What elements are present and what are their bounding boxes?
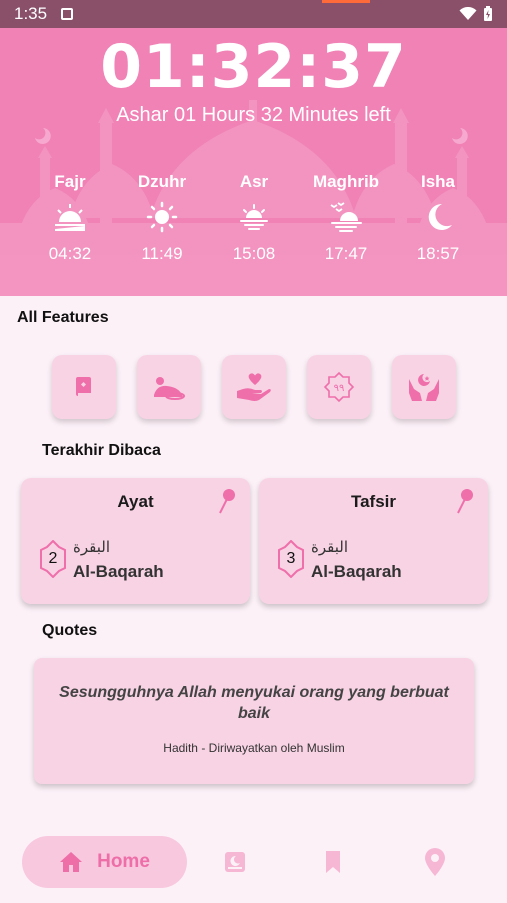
battery-icon [484,6,492,21]
home-icon [60,852,83,872]
wifi-icon [459,7,477,20]
quotes-title: Quotes [42,622,98,639]
quote-source: Hadith - Diriwayatkan oleh Muslim [163,741,345,755]
all-features-title: All Features [17,309,109,326]
features-grid: ٩٩ [52,355,456,419]
last-read-title: Terakhir Dibaca [42,442,161,459]
bottom-navigation: Home [0,830,507,895]
card-title: Tafsir [350,492,397,511]
charity-hand-heart-icon [237,373,271,401]
prayer-name: Fajr [54,172,86,191]
camera-indicator [322,0,370,3]
feature-dua-button[interactable] [392,355,456,419]
prayer-time: 15:08 [232,244,276,263]
time-remaining-text: Ashar 01 Hours 32 Minutes left [116,104,391,126]
feature-charity-button[interactable] [222,355,286,419]
surah-arabic: البقرة [311,538,348,556]
sunrise-icon [53,194,87,240]
nav-bookmark-button[interactable] [318,846,348,878]
dua-hands-icon [409,374,439,401]
prayer-time: 11:49 [141,244,183,263]
feature-prayer-button[interactable] [137,355,201,419]
prayer-time: 17:47 [324,244,368,263]
ayat-number: 2 [48,550,58,567]
surah-arabic: البقرة [73,538,110,556]
prayer-header: 01:32:37 Ashar 01 Hours 32 Minutes left … [0,28,507,296]
location-pin-icon [425,848,445,876]
quran-icon [225,852,245,872]
asmaul-husna-99-icon: ٩٩ [323,371,355,403]
notification-icon [61,8,74,20]
status-time: 1:35 [14,4,48,23]
svg-text:٩٩: ٩٩ [334,383,345,394]
bookmark-icon [326,851,340,873]
prayer-time: 18:57 [416,244,460,263]
nav-location-button[interactable] [420,846,450,878]
tafsir-number-badge: 3 [277,539,305,579]
sunset-icon [238,194,270,240]
quote-card: Sesungguhnya Allah menyukai orang yang b… [34,658,474,784]
last-read-ayat-card[interactable]: Ayat 2 البقرة Al-Baqarah [21,478,250,604]
dusk-birds-icon [328,194,364,240]
prayer-name: Dzuhr [137,172,187,191]
surah-name: Al-Baqarah [311,562,402,581]
nav-quran-button[interactable] [220,846,250,878]
crescent-moon-icon [422,194,454,240]
prayer-name: Asr [239,172,269,191]
prayer-asr: Asr 15:08 [208,172,300,264]
quran-book-icon [76,377,91,396]
pin-icon [457,489,473,514]
feature-quran-button[interactable] [52,355,116,419]
pin-icon [219,489,235,514]
prayer-isha: Isha 18:57 [392,172,484,264]
last-read-tafsir-card[interactable]: Tafsir 3 البقرة Al-Baqarah [259,478,488,604]
sun-icon [146,194,178,240]
nav-home-button[interactable]: Home [22,836,187,888]
status-bar: 1:35 [0,0,507,28]
prayer-dzuhr: Dzuhr 11:49 [116,172,208,264]
feature-asmaul-husna-button[interactable]: ٩٩ [307,355,371,419]
prayer-times-row: Fajr 04:32 Dzuhr 11:49 Asr 15:08 Maghrib [24,172,484,264]
quote-text: Sesungguhnya Allah menyukai orang yang b… [59,684,449,722]
prayer-name: Maghrib [312,172,380,191]
tafsir-number: 3 [286,550,296,567]
prayer-time: 04:32 [48,244,92,263]
ayat-number-badge: 2 [39,539,67,579]
prayer-name: Isha [420,172,456,191]
prayer-maghrib: Maghrib 17:47 [300,172,392,264]
nav-home-label: Home [97,851,150,872]
countdown-clock: 01:32:37 [100,32,407,102]
surah-name: Al-Baqarah [73,562,164,581]
card-title: Ayat [117,492,154,511]
prayer-person-icon [154,377,185,400]
prayer-fajr: Fajr 04:32 [24,172,116,264]
